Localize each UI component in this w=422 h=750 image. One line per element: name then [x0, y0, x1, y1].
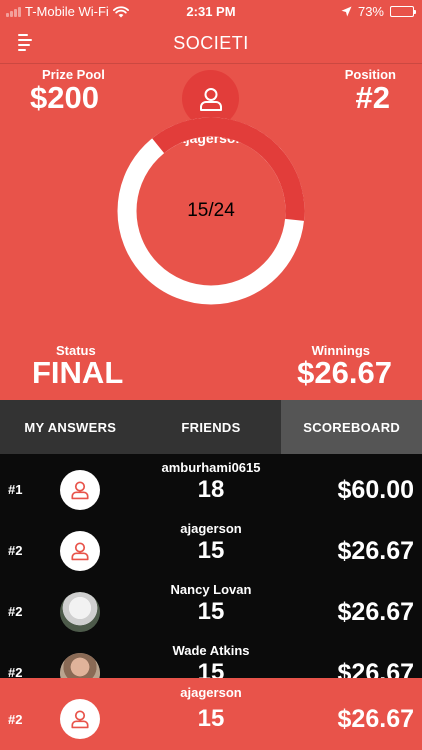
status-value: FINAL	[32, 355, 124, 390]
app-title: SOCIETI	[173, 33, 249, 53]
app-header: SOCIETI	[0, 22, 422, 64]
current-user-row[interactable]: #2 ajagerson 15 $26.67	[0, 678, 422, 750]
position-value: #2	[355, 80, 390, 115]
row-amount: $26.67	[337, 705, 414, 733]
scoreboard-list[interactable]: #1 amburhami0615 18 $60.00 #2 ajagerson …	[0, 454, 422, 678]
row-name: Wade Atkins	[172, 643, 250, 658]
location-icon	[341, 6, 352, 17]
table-row[interactable]: #2 ajagerson 15 $26.67	[0, 515, 422, 576]
table-row[interactable]: #2 Nancy Lovan 15 $26.67	[0, 576, 422, 637]
status-bar: T-Mobile Wi-Fi 2:31 PM 73%	[0, 0, 422, 22]
tab-friends[interactable]: FRIENDS	[141, 400, 282, 454]
row-name: Nancy Lovan	[170, 582, 252, 597]
battery-icon	[390, 6, 416, 17]
progress-text: 15/24	[187, 200, 235, 221]
table-row[interactable]: #1 amburhami0615 18 $60.00	[0, 454, 422, 515]
table-row[interactable]: #2 Wade Atkins 15 $26.67	[0, 637, 422, 678]
prize-pool-value: $200	[30, 80, 99, 115]
row-amount: $60.00	[337, 476, 414, 504]
row-amount: $26.67	[337, 598, 414, 626]
row-amount: $26.67	[337, 659, 414, 678]
status-right: 73%	[341, 4, 416, 19]
row-name: ajagerson	[180, 521, 242, 536]
row-name: ajagerson	[180, 685, 242, 700]
winnings-value: $26.67	[297, 355, 392, 390]
tab-scoreboard[interactable]: SCOREBOARD	[281, 400, 422, 454]
battery-percent: 73%	[357, 4, 384, 19]
tab-my-answers[interactable]: MY ANSWERS	[0, 400, 141, 454]
row-amount: $26.67	[337, 537, 414, 565]
tab-bar: MY ANSWERS FRIENDS SCOREBOARD	[0, 400, 422, 454]
row-name: amburhami0615	[161, 460, 261, 475]
user-icon	[199, 87, 222, 111]
